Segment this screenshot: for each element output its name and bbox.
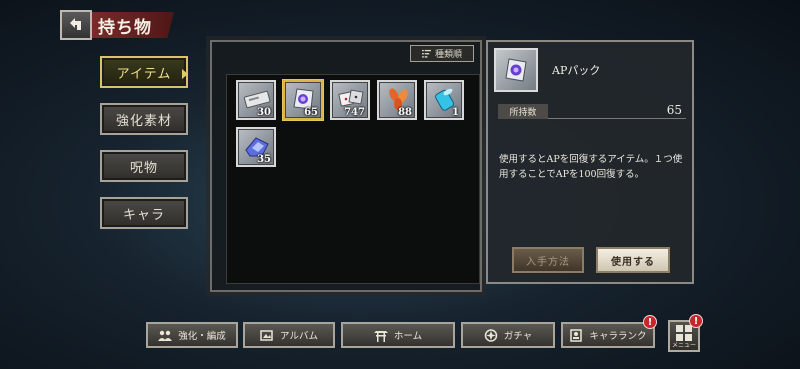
item-slot[interactable]: 30 (236, 80, 276, 120)
item-slot[interactable]: 88 (377, 80, 417, 120)
grid-menu-icon (676, 325, 692, 341)
owned-count-label: 所持数 (498, 104, 548, 119)
owned-count-value: 65 (666, 103, 682, 117)
tab-characters[interactable]: キャラ (100, 197, 188, 229)
album-icon (260, 329, 273, 341)
nav-rank-label: キャラランク (589, 331, 647, 342)
item-slot[interactable]: 1 (424, 80, 464, 120)
shrine-icon (373, 330, 388, 342)
item-count: 747 (344, 107, 365, 118)
rank-notification-badge: ! (643, 315, 657, 329)
tab-cursed-items[interactable]: 呪物 (100, 150, 188, 182)
detail-item-image (494, 48, 538, 92)
party-icon (158, 330, 173, 341)
sort-icon (421, 49, 431, 58)
item-slot-selected[interactable]: 65 (283, 80, 323, 120)
nav-gacha-label: ガチャ (503, 331, 533, 342)
nav-home-label: ホーム (393, 331, 423, 342)
nav-enhance-label: 強化・編成 (178, 331, 226, 342)
nav-character-rank[interactable]: キャラランク (561, 322, 655, 348)
nav-album-label: アルバム (280, 331, 318, 342)
nav-album[interactable]: アルバム (243, 322, 335, 348)
item-count: 1 (452, 107, 459, 118)
menu-notification-badge: ! (689, 314, 703, 328)
sort-button[interactable]: 種類順 (410, 45, 474, 62)
tab-items[interactable]: アイテム (100, 56, 188, 88)
tab-materials[interactable]: 強化素材 (100, 103, 188, 135)
use-item-button[interactable]: 使用する (596, 247, 670, 273)
gacha-icon (484, 328, 498, 342)
nav-gacha[interactable]: ガチャ (461, 322, 555, 348)
item-count: 35 (257, 154, 271, 165)
item-count: 88 (398, 107, 412, 118)
back-button[interactable] (60, 10, 92, 40)
item-count: 30 (257, 107, 271, 118)
nav-enhance[interactable]: 強化・編成 (146, 322, 238, 348)
rank-card-icon (570, 328, 583, 342)
menu-label: メニュー (671, 342, 696, 349)
page-title: 持ち物 (92, 12, 174, 38)
nav-home[interactable]: ホーム (341, 322, 455, 348)
divider (548, 118, 686, 119)
sort-label: 種類順 (434, 50, 462, 60)
item-slot[interactable]: 747 (330, 80, 370, 120)
detail-item-name: APパック (552, 64, 601, 77)
return-arrow-icon (70, 18, 81, 30)
item-count: 65 (304, 107, 318, 118)
item-slot[interactable]: 35 (236, 127, 276, 167)
item-description: 使用するとAPを回復するアイテム。１つ使用することでAPを100回復する。 (499, 154, 683, 180)
active-tab-arrow-icon (182, 69, 188, 79)
ap-pack-icon (505, 58, 527, 82)
acquire-method-button[interactable]: 入手方法 (512, 247, 584, 273)
